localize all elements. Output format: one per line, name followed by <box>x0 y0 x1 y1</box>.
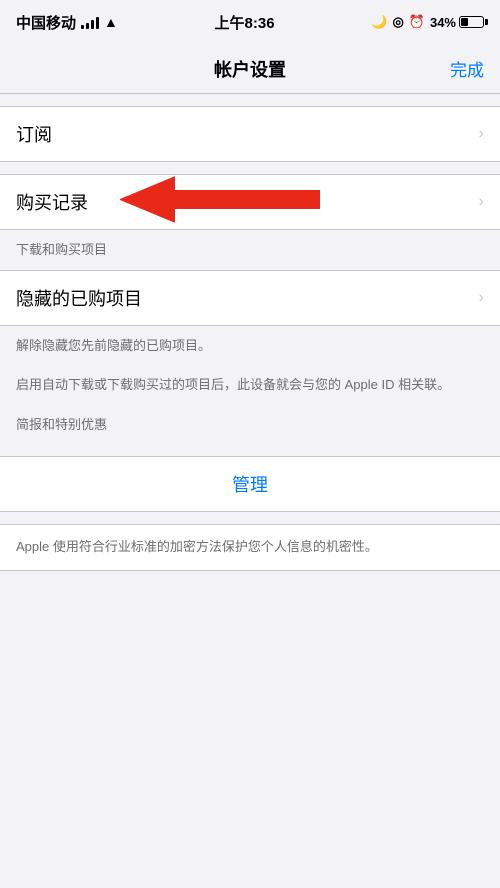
carrier-label: 中国移动 <box>16 12 76 33</box>
hidden-items-row[interactable]: 隐藏的已购项目 › <box>0 271 500 325</box>
hidden-items-section: 隐藏的已购项目 › <box>0 270 500 326</box>
status-left: 中国移动 ▲ <box>16 12 118 33</box>
separator-3 <box>0 512 500 524</box>
page-title: 帐户设置 <box>214 56 286 82</box>
subscriptions-label: 订阅 <box>16 121 52 147</box>
purchase-history-row[interactable]: 购买记录 › <box>0 175 500 229</box>
manage-button[interactable]: 管理 <box>232 471 268 497</box>
location-icon: ◎ <box>392 14 403 30</box>
nav-bar: 帐户设置 完成 <box>0 44 500 94</box>
purchase-history-chevron: › <box>479 193 484 211</box>
status-right: 🌙 ◎ ⏰ 34% <box>371 14 484 30</box>
download-description: 下载和购买项目 <box>0 230 500 270</box>
footer-section: Apple 使用符合行业标准的加密方法保护您个人信息的机密性。 <box>0 524 500 571</box>
moon-icon: 🌙 <box>371 14 387 30</box>
newsletter-label: 简报和特别优惠 <box>0 405 500 445</box>
hidden-items-label: 隐藏的已购项目 <box>16 285 142 311</box>
battery-icon <box>459 16 484 28</box>
subscriptions-chevron: › <box>479 125 484 143</box>
purchase-history-section: 购买记录 › <box>0 174 500 230</box>
subscriptions-section: 订阅 › <box>0 106 500 162</box>
battery-container: 34% <box>430 15 484 30</box>
signal-bar-2 <box>86 23 89 29</box>
manage-section: 管理 <box>0 456 500 512</box>
signal-bar-4 <box>96 17 99 29</box>
auto-download-description: 启用自动下载或下载购买过的项目后，此设备就会与您的 Apple ID 相关联。 <box>0 365 500 405</box>
top-separator <box>0 94 500 106</box>
hidden-items-chevron: › <box>479 289 484 307</box>
wifi-icon: ▲ <box>104 14 118 30</box>
separator-2 <box>0 444 500 456</box>
alarm-icon: ⏰ <box>409 14 425 30</box>
signal-bar-3 <box>91 20 94 29</box>
hidden-items-description: 解除隐藏您先前隐藏的已购项目。 <box>0 326 500 366</box>
status-bar: 中国移动 ▲ 上午8:36 🌙 ◎ ⏰ 34% <box>0 0 500 44</box>
signal-bars <box>81 15 99 29</box>
subscriptions-row[interactable]: 订阅 › <box>0 107 500 161</box>
purchase-history-label: 购买记录 <box>16 189 88 215</box>
battery-fill <box>461 18 468 26</box>
separator-1 <box>0 162 500 174</box>
done-button[interactable]: 完成 <box>450 56 484 81</box>
battery-percent: 34% <box>430 15 456 30</box>
signal-bar-1 <box>81 25 84 29</box>
status-time: 上午8:36 <box>215 12 275 33</box>
footer-text: Apple 使用符合行业标准的加密方法保护您个人信息的机密性。 <box>16 539 378 554</box>
